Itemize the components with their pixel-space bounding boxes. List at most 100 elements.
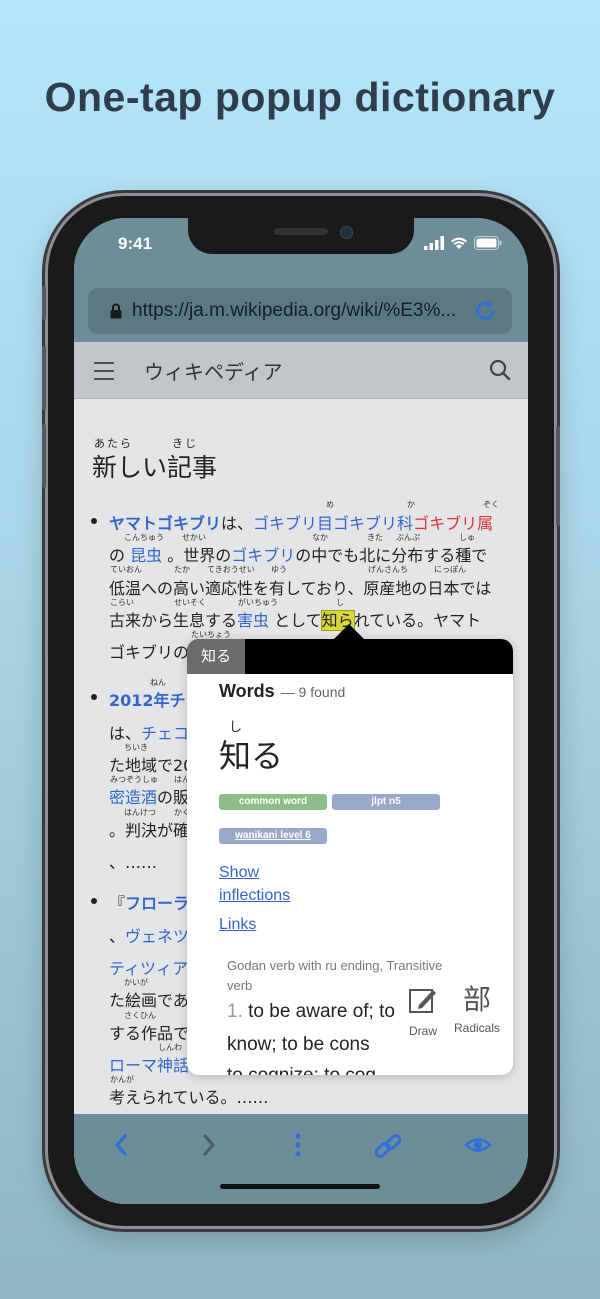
status-bar: 9:41: [74, 218, 528, 284]
show-label: Show: [219, 864, 260, 881]
text: は、: [221, 514, 254, 533]
battery-icon: [474, 236, 502, 250]
url-text[interactable]: https://ja.m.wikipedia.org/wiki/%E3%...: [132, 300, 472, 322]
text: として: [269, 611, 322, 630]
radicals-icon: 部: [462, 984, 491, 1015]
link-titian[interactable]: ティツィア: [109, 955, 188, 979]
notch: [188, 218, 414, 254]
link-2012[interactable]: 2012年チ: [109, 687, 186, 711]
link-venice[interactable]: ヴェネツ: [125, 927, 189, 946]
ruby: にっぽん: [434, 565, 466, 574]
lock-icon: [110, 303, 122, 319]
bullet: [91, 518, 97, 524]
link-flora[interactable]: フローラ: [125, 894, 189, 913]
web-content: ウィキペディア あたら きじ 新しい記事 め か ぞく ヤマトゴキブリは、ゴキブ…: [74, 342, 528, 1114]
article-line: する作品で: [109, 1024, 190, 1043]
bullet: [91, 694, 97, 700]
words-count: — 9 found: [280, 684, 346, 700]
tag-wanikani: wanikani level 6: [219, 828, 327, 844]
sense-line: know; to be cons: [227, 1034, 370, 1055]
side-button-silent: [42, 286, 46, 320]
words-heading: Words — 9 found: [219, 681, 345, 702]
speaker: [274, 228, 328, 235]
sense-line: to cognize; to cog: [227, 1065, 376, 1075]
side-button-power: [556, 426, 560, 526]
popup-pointer: [333, 624, 365, 640]
status-icons: [424, 236, 502, 250]
side-button-volume-up: [42, 346, 46, 410]
browser-address-area: https://ja.m.wikipedia.org/wiki/%E3%...: [74, 284, 528, 342]
screen: 9:41 https://ja.m.wikipedia.org/wiki/%E3…: [74, 218, 528, 1204]
ruby: か: [407, 500, 415, 509]
article-line: の 昆虫 。世界のゴキブリの中でも北に分布する種で: [109, 542, 487, 566]
words-label: Words: [219, 681, 275, 701]
ruby: たか: [174, 565, 190, 574]
ruby: め: [326, 500, 334, 509]
text: 古来から生息する: [109, 611, 238, 630]
sense-number: 1.: [227, 1001, 243, 1022]
text: の: [109, 546, 131, 565]
article-line: は、チェコ: [109, 720, 189, 744]
article-line: 『フローラ: [109, 890, 189, 914]
inflections-label: inflections: [219, 887, 291, 904]
popup-tab-term[interactable]: 知る: [187, 639, 245, 674]
radicals-label: Radicals: [453, 1021, 501, 1035]
link-family[interactable]: ゴキブリ科: [333, 514, 413, 533]
link-icon[interactable]: [374, 1132, 402, 1160]
links-link[interactable]: Links: [219, 916, 256, 934]
draw-icon: [409, 989, 436, 1013]
text: 、: [109, 927, 126, 946]
article-line: 、……: [109, 853, 158, 872]
text: の中でも北に分布する種で: [295, 546, 488, 565]
article-line: た絵画であ: [109, 991, 189, 1010]
bullet: [91, 898, 97, 904]
more-icon[interactable]: [288, 1132, 308, 1158]
text: 。世界の: [162, 546, 232, 565]
phone-frame: 9:41 https://ja.m.wikipedia.org/wiki/%E3…: [42, 196, 560, 1226]
ruby: ゆう: [271, 565, 287, 574]
signal-icon: [424, 236, 444, 250]
sense-line: 1. to be aware of; to: [227, 1001, 395, 1023]
ruby: げんさんち: [368, 565, 408, 574]
popup-tab-bar: 知る: [187, 639, 513, 674]
article-line: ゴキブリの: [109, 643, 190, 662]
article-line: 古来から生息する害虫 として知られている。ヤマト: [109, 607, 481, 631]
link-yamato-gokiburi[interactable]: ヤマトゴキブリ: [109, 514, 221, 533]
eye-icon[interactable]: [464, 1132, 492, 1158]
link-moonshine[interactable]: 密造酒: [109, 788, 157, 807]
browser-toolbar: [74, 1114, 528, 1204]
article-line: 低温への高い適応性を有しており、原産地の日本では: [109, 579, 492, 598]
link-gokiburi[interactable]: ゴキブリ: [231, 546, 295, 565]
radicals-button[interactable]: 部 Radicals: [449, 981, 505, 1035]
article-line: た地域で20: [109, 756, 194, 775]
tag-common-word: common word: [219, 794, 327, 810]
status-time: 9:41: [118, 234, 153, 253]
address-bar[interactable]: https://ja.m.wikipedia.org/wiki/%E3%...: [88, 288, 512, 334]
ruby: ていおん: [110, 565, 142, 574]
headword: 知る: [219, 737, 284, 775]
article-line: ヤマトゴキブリは、ゴキブリ目ゴキブリ科ゴキブリ属: [109, 510, 493, 534]
dictionary-popup: 知る Words — 9 found し 知る common word jlpt …: [187, 639, 513, 1075]
wifi-icon: [451, 237, 467, 249]
link-roman-myth[interactable]: ローマ神話: [109, 1052, 189, 1076]
link-insect[interactable]: 昆虫: [130, 546, 162, 565]
side-button-volume-down: [42, 424, 46, 488]
link-pest[interactable]: 害虫: [237, 611, 269, 630]
article-line: 。判決が確: [109, 821, 190, 840]
headline: One-tap popup dictionary: [44, 74, 556, 120]
article-line: 、ヴェネツ: [109, 923, 189, 947]
forward-icon[interactable]: [198, 1132, 220, 1158]
text: れている。ヤマト: [353, 611, 482, 630]
link-order[interactable]: ゴキブリ目: [253, 514, 333, 533]
show-inflections-link[interactable]: Show inflections: [219, 861, 290, 907]
article-line: 密造酒の販: [109, 784, 189, 808]
ruby: ぞく: [483, 500, 499, 509]
refresh-icon[interactable]: [472, 298, 498, 324]
draw-label: Draw: [408, 1024, 437, 1038]
draw-button[interactable]: Draw: [403, 985, 443, 1038]
link-czech[interactable]: チェコ: [141, 724, 189, 743]
link-genus[interactable]: ゴキブリ属: [413, 514, 493, 533]
ruby: てきおうせい: [207, 565, 255, 574]
front-camera: [340, 226, 353, 239]
back-icon[interactable]: [110, 1132, 132, 1158]
